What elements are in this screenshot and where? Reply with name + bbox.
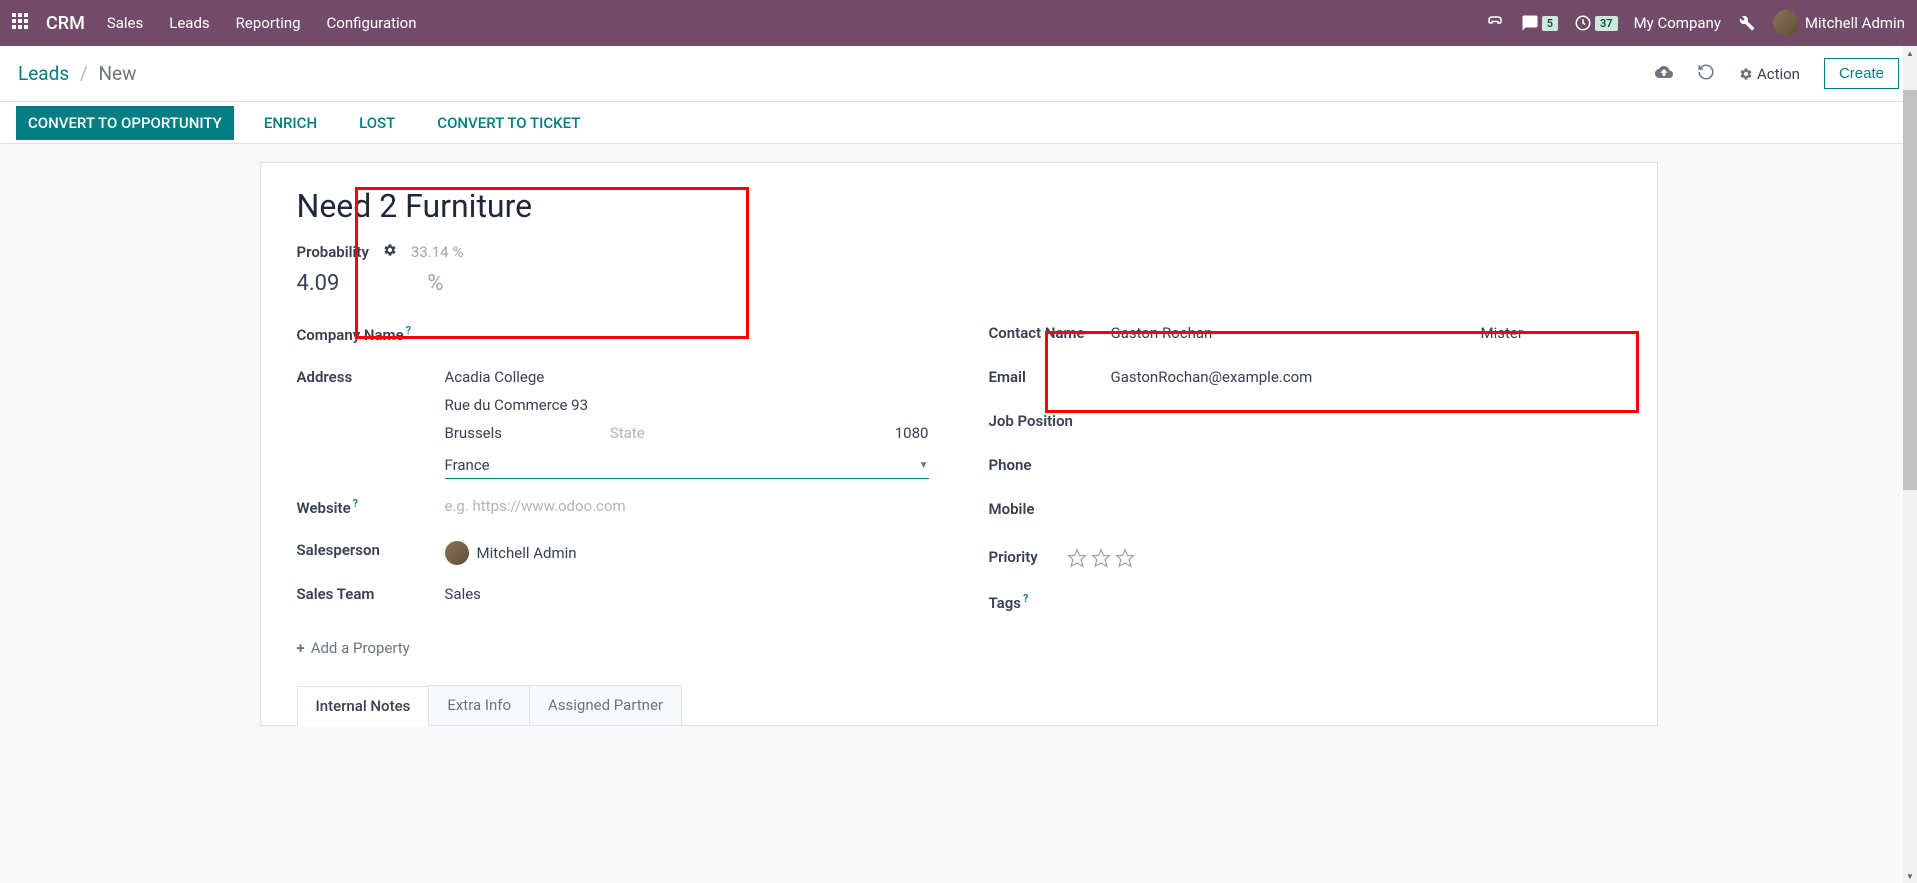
save-cloud-icon[interactable] bbox=[1655, 63, 1673, 85]
tab-internal-notes[interactable]: Internal Notes bbox=[297, 686, 430, 726]
job-position-label: Job Position bbox=[989, 408, 1111, 430]
clock-badge: 37 bbox=[1595, 16, 1618, 31]
user-name: Mitchell Admin bbox=[1805, 14, 1905, 32]
breadcrumb-current: New bbox=[98, 62, 136, 85]
top-nav: CRM Sales Leads Reporting Configuration … bbox=[0, 0, 1917, 46]
address-name[interactable]: Acadia College bbox=[445, 368, 929, 386]
status-bar: CONVERT TO OPPORTUNITY ENRICH LOST CONVE… bbox=[0, 102, 1917, 144]
contact-name-input[interactable]: Gaston Rochan bbox=[1111, 324, 1451, 342]
tab-assigned-partner[interactable]: Assigned Partner bbox=[529, 685, 682, 725]
probability-gear-icon[interactable] bbox=[383, 243, 397, 261]
nav-leads[interactable]: Leads bbox=[169, 14, 209, 32]
scrollbar-up-icon[interactable]: ▲ bbox=[1903, 46, 1917, 60]
priority-stars[interactable] bbox=[1067, 544, 1621, 568]
probability-label: Probability bbox=[297, 243, 369, 261]
phone-input[interactable] bbox=[1111, 452, 1621, 456]
address-street[interactable]: Rue du Commerce 93 bbox=[445, 396, 929, 414]
apps-icon[interactable] bbox=[12, 13, 32, 33]
phone-label: Phone bbox=[989, 452, 1111, 474]
address-zip[interactable]: 1080 bbox=[775, 424, 928, 442]
action-button[interactable]: Action bbox=[1739, 65, 1800, 83]
breadcrumb-row: Leads / New Action Create bbox=[0, 46, 1917, 102]
scrollbar[interactable]: ▲ ▼ bbox=[1903, 46, 1917, 883]
sales-team-input[interactable]: Sales bbox=[445, 581, 929, 603]
contact-name-label: Contact Name bbox=[989, 320, 1111, 342]
convert-to-ticket-button[interactable]: CONVERT TO TICKET bbox=[425, 106, 592, 140]
nav-configuration[interactable]: Configuration bbox=[327, 14, 417, 32]
user-avatar bbox=[1773, 10, 1799, 36]
star-icon[interactable] bbox=[1115, 548, 1135, 568]
breadcrumb-parent[interactable]: Leads bbox=[18, 62, 69, 85]
probability-value[interactable]: 4.09 bbox=[297, 271, 340, 296]
salesperson-avatar bbox=[445, 541, 469, 565]
messages-badge: 5 bbox=[1542, 16, 1558, 31]
sales-team-label: Sales Team bbox=[297, 581, 445, 603]
tabs: Internal Notes Extra Info Assigned Partn… bbox=[297, 685, 1621, 725]
lead-title[interactable]: Need 2 Furniture bbox=[297, 187, 1621, 225]
enrich-button[interactable]: ENRICH bbox=[252, 106, 329, 140]
address-country-select[interactable]: France ▼ bbox=[445, 452, 929, 479]
job-position-input[interactable] bbox=[1111, 408, 1621, 412]
priority-label: Priority bbox=[989, 544, 1067, 566]
star-icon[interactable] bbox=[1091, 548, 1111, 568]
add-property-button[interactable]: + Add a Property bbox=[297, 639, 929, 657]
tags-input[interactable] bbox=[1067, 588, 1621, 592]
right-column: Contact Name Gaston Rochan Mister Email … bbox=[989, 320, 1621, 657]
address-label: Address bbox=[297, 364, 445, 386]
form-sheet: Need 2 Furniture Probability 33.14 % 4.0… bbox=[260, 162, 1658, 726]
breadcrumb: Leads / New bbox=[18, 62, 136, 85]
salesperson-input[interactable]: Mitchell Admin bbox=[445, 537, 929, 565]
nav-sales[interactable]: Sales bbox=[107, 14, 143, 32]
tags-label: Tags? bbox=[989, 588, 1067, 612]
address-state[interactable]: State bbox=[610, 424, 763, 442]
salesperson-label: Salesperson bbox=[297, 537, 445, 559]
scrollbar-thumb[interactable] bbox=[1903, 90, 1917, 490]
company-name[interactable]: My Company bbox=[1634, 14, 1721, 32]
app-brand[interactable]: CRM bbox=[46, 13, 85, 34]
contact-title-input[interactable]: Mister bbox=[1481, 324, 1621, 342]
nav-reporting[interactable]: Reporting bbox=[236, 14, 301, 32]
left-column: Company Name? Address Acadia College Rue… bbox=[297, 320, 929, 657]
address-city[interactable]: Brussels bbox=[445, 424, 598, 442]
mobile-input[interactable] bbox=[1111, 496, 1621, 500]
probability-percent-sign: % bbox=[427, 271, 443, 296]
mobile-label: Mobile bbox=[989, 496, 1111, 518]
email-label: Email bbox=[989, 364, 1111, 386]
scrollbar-down-icon[interactable]: ▼ bbox=[1903, 869, 1917, 883]
company-name-input[interactable] bbox=[445, 320, 929, 324]
email-input[interactable]: GastonRochan@example.com bbox=[1111, 364, 1621, 386]
company-name-label: Company Name? bbox=[297, 320, 445, 344]
lost-button[interactable]: LOST bbox=[347, 106, 407, 140]
user-menu[interactable]: Mitchell Admin bbox=[1773, 10, 1905, 36]
website-label: Website? bbox=[297, 493, 445, 517]
chevron-down-icon: ▼ bbox=[919, 460, 929, 471]
probability-auto: 33.14 % bbox=[411, 243, 463, 261]
discard-icon[interactable] bbox=[1697, 63, 1715, 85]
phone-icon[interactable] bbox=[1485, 13, 1505, 33]
website-input[interactable]: e.g. https://www.odoo.com bbox=[445, 493, 929, 515]
clock-icon[interactable]: 37 bbox=[1574, 13, 1618, 33]
create-button[interactable]: Create bbox=[1824, 58, 1899, 89]
messages-icon[interactable]: 5 bbox=[1521, 13, 1558, 33]
tools-icon[interactable] bbox=[1737, 13, 1757, 33]
tab-extra-info[interactable]: Extra Info bbox=[428, 685, 530, 725]
star-icon[interactable] bbox=[1067, 548, 1087, 568]
convert-to-opportunity-button[interactable]: CONVERT TO OPPORTUNITY bbox=[16, 106, 234, 140]
nav-menu: Sales Leads Reporting Configuration bbox=[107, 14, 417, 32]
